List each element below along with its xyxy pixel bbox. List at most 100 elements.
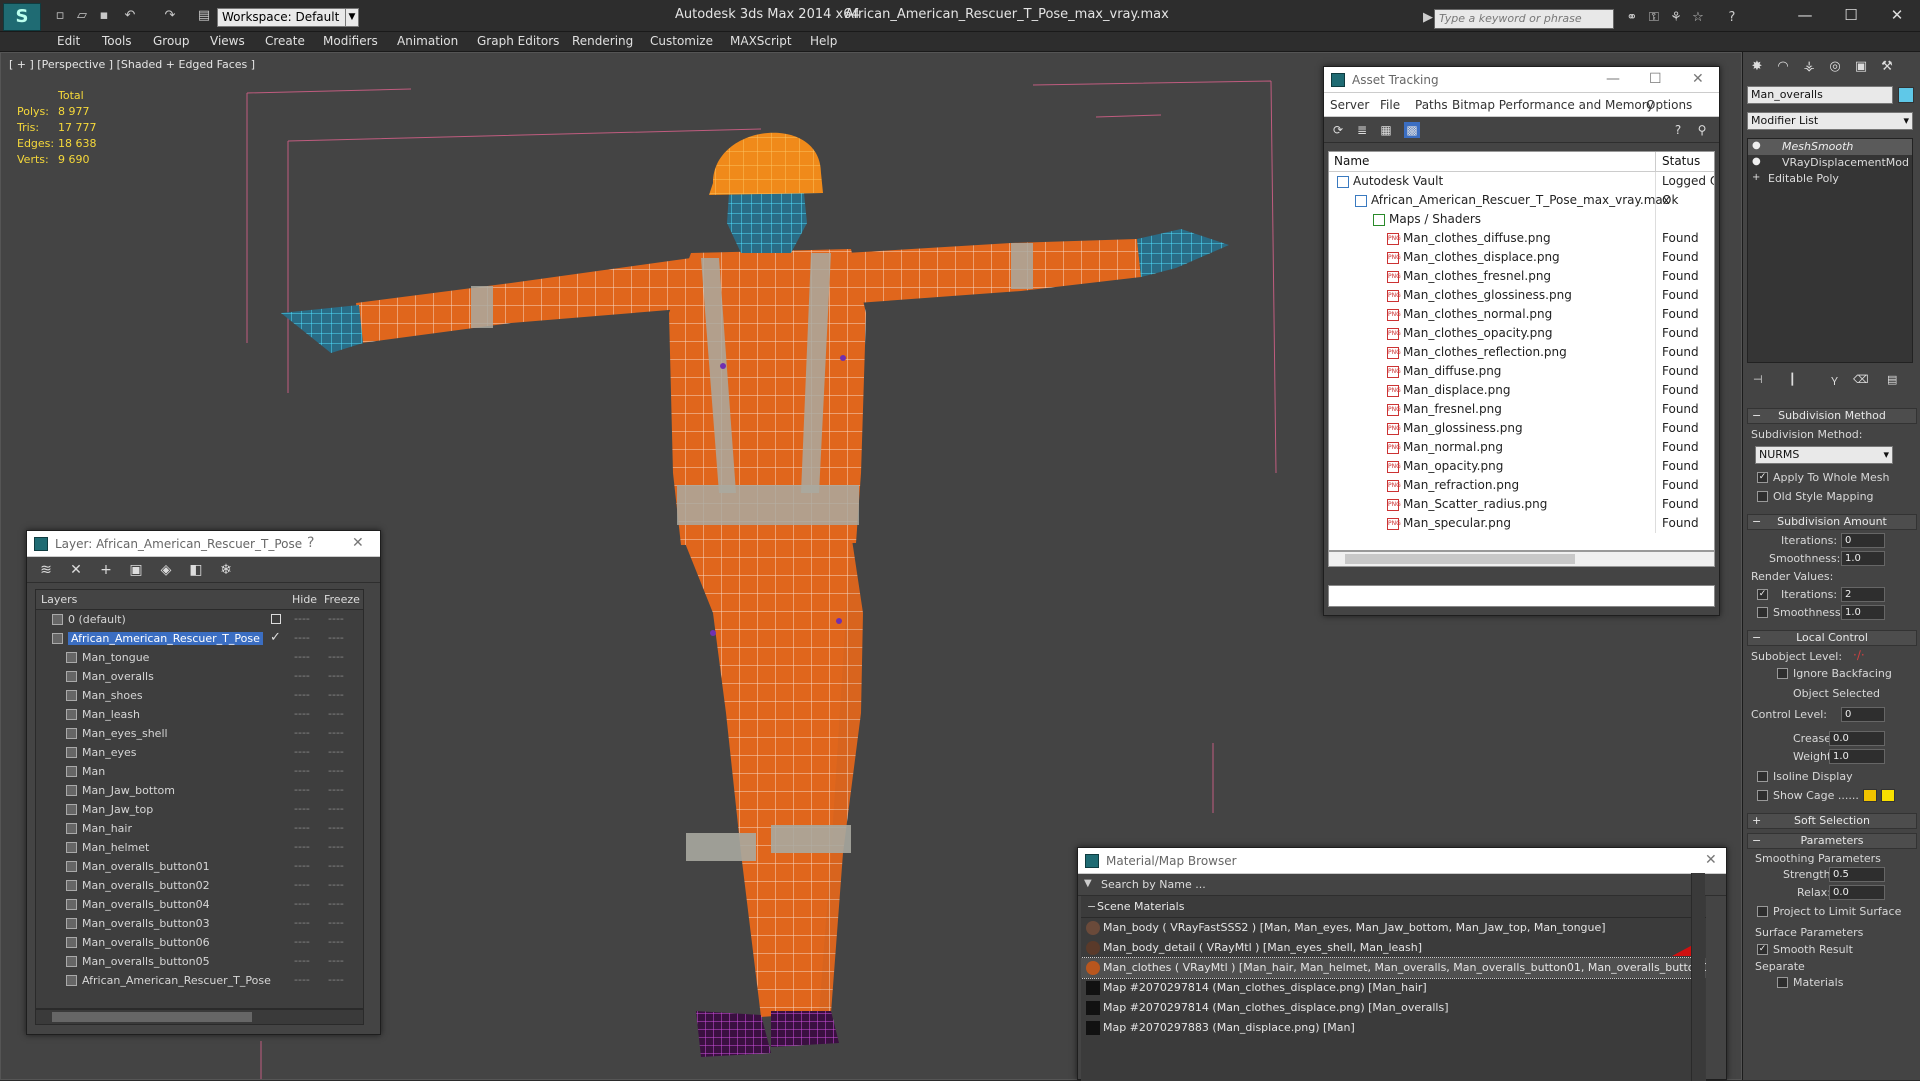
menu-tools[interactable]: Tools xyxy=(102,34,132,48)
layer-row[interactable]: Man_overalls ---- ---- xyxy=(36,667,363,686)
hide-toggle[interactable]: ---- xyxy=(294,840,310,853)
freeze-toggle[interactable]: ---- xyxy=(328,764,344,777)
relax-spinner[interactable]: 0.0 xyxy=(1829,885,1885,900)
vertex-subobject-icon[interactable]: ·∕· xyxy=(1853,648,1865,662)
smoothness-spinner[interactable]: 1.0 xyxy=(1841,551,1885,566)
table-view-icon[interactable]: ▩ xyxy=(1404,122,1420,138)
layer-row[interactable]: African_American_Rescuer_T_Pose ---- ---- ✓ xyxy=(36,629,363,648)
detail-view-icon[interactable]: ▦ xyxy=(1378,122,1394,138)
object-color-swatch[interactable] xyxy=(1898,87,1914,103)
highlight-layer-icon[interactable]: ◈ xyxy=(157,561,175,579)
horizontal-scrollbar[interactable] xyxy=(1328,551,1715,567)
freeze-toggle[interactable]: ---- xyxy=(328,878,344,891)
hide-toggle[interactable]: ---- xyxy=(294,897,310,910)
iterations-spinner[interactable]: 0 xyxy=(1841,533,1885,548)
pin-icon[interactable]: ⚲ xyxy=(1694,122,1710,138)
modify-tab-icon[interactable]: ◠ xyxy=(1773,57,1793,77)
options-dropdown-icon[interactable]: ▼ xyxy=(1084,878,1092,889)
strength-spinner[interactable]: 0.5 xyxy=(1829,867,1885,882)
collapse-icon[interactable]: − xyxy=(1087,900,1096,913)
material-window-titlebar[interactable]: Material/Map Browser ✕ xyxy=(1078,848,1726,874)
menu-views[interactable]: Views xyxy=(210,34,245,48)
menu-modifiers[interactable]: Modifiers xyxy=(323,34,378,48)
layer-row[interactable]: Man_shoes ---- ---- xyxy=(36,686,363,705)
bulb-icon[interactable]: ● xyxy=(1752,156,1761,167)
make-unique-icon[interactable]: Ｙ xyxy=(1829,373,1840,389)
menu-help[interactable]: Help xyxy=(810,34,837,48)
asset-row[interactable]: PNG Man_clothes_displace.png Found xyxy=(1329,248,1714,267)
hide-all-icon[interactable]: ◧ xyxy=(187,561,205,579)
asset-row[interactable]: PNG Man_opacity.png Found xyxy=(1329,457,1714,476)
ignore-backfacing-checkbox[interactable] xyxy=(1777,668,1788,679)
minimize-icon[interactable]: — xyxy=(1785,5,1825,25)
material-row[interactable]: Map #2070297883 (Man_displace.png) [Man] xyxy=(1081,1018,1706,1038)
layer-row[interactable]: Man_overalls_button01 ---- ---- xyxy=(36,857,363,876)
layer-window-titlebar[interactable]: Layer: African_American_Rescuer_T_Pose ?… xyxy=(27,531,380,557)
help-icon[interactable]: ? xyxy=(307,535,314,551)
menu-edit[interactable]: Edit xyxy=(57,34,80,48)
scroll-thumb[interactable] xyxy=(1345,554,1575,564)
bulb-icon[interactable]: ● xyxy=(1752,140,1761,151)
asset-menu-server[interactable]: Server xyxy=(1330,98,1369,112)
asset-row[interactable]: PNG Man_normal.png Found xyxy=(1329,438,1714,457)
freeze-toggle[interactable]: ---- xyxy=(328,726,344,739)
add-layer-icon[interactable]: + xyxy=(97,561,115,579)
asset-row[interactable]: PNG Man_displace.png Found xyxy=(1329,381,1714,400)
configure-sets-icon[interactable]: ▤ xyxy=(1887,373,1897,386)
freeze-toggle[interactable]: ---- xyxy=(328,897,344,910)
modifier-list-dropdown[interactable]: Modifier List ▾ xyxy=(1747,112,1913,130)
binoculars-icon[interactable]: ⚭ xyxy=(1624,10,1640,26)
redo-icon[interactable]: ↷ xyxy=(162,8,178,24)
maximize-icon[interactable]: ☐ xyxy=(1649,71,1662,87)
subdivision-method-dropdown[interactable]: NURMS ▾ xyxy=(1755,446,1893,464)
hide-toggle[interactable]: ---- xyxy=(294,688,310,701)
layer-row[interactable]: Man_Jaw_top ---- ---- xyxy=(36,800,363,819)
scroll-thumb[interactable] xyxy=(52,1012,252,1022)
material-search-input[interactable]: Search by Name ... xyxy=(1101,878,1206,891)
control-level-spinner[interactable]: 0 xyxy=(1841,707,1885,722)
object-name-field[interactable]: Man_overalls xyxy=(1747,86,1893,104)
select-layer-icon[interactable]: ▣ xyxy=(127,561,145,579)
rollout-soft-selection[interactable]: + Soft Selection xyxy=(1747,813,1917,829)
asset-row[interactable]: PNG Man_specular.png Found xyxy=(1329,514,1714,533)
rollout-subdivision-method[interactable]: − Subdivision Method xyxy=(1747,408,1917,424)
hide-toggle[interactable]: ---- xyxy=(294,935,310,948)
layer-row[interactable]: Man_overalls_button02 ---- ---- xyxy=(36,876,363,895)
new-file-icon[interactable]: ▫ xyxy=(52,8,68,24)
asset-row[interactable]: PNG Man_clothes_normal.png Found xyxy=(1329,305,1714,324)
star-icon[interactable]: ☆ xyxy=(1690,10,1706,26)
close-icon[interactable]: ✕ xyxy=(352,535,364,551)
freeze-toggle[interactable]: ---- xyxy=(328,783,344,796)
hide-toggle[interactable]: ---- xyxy=(294,916,310,929)
subscription-icon[interactable]: ⚘ xyxy=(1668,10,1684,26)
hide-toggle[interactable]: ---- xyxy=(294,878,310,891)
hide-toggle[interactable]: ---- xyxy=(294,707,310,720)
freeze-toggle[interactable]: ---- xyxy=(328,802,344,815)
hide-toggle[interactable]: ---- xyxy=(294,631,310,644)
layer-row[interactable]: Man_eyes ---- ---- xyxy=(36,743,363,762)
rollout-subdivision-amount[interactable]: − Subdivision Amount xyxy=(1747,514,1917,530)
hide-toggle[interactable]: ---- xyxy=(294,669,310,682)
material-row[interactable]: Map #2070297814 (Man_clothes_displace.pn… xyxy=(1081,978,1706,998)
layer-row[interactable]: Man_Jaw_bottom ---- ---- xyxy=(36,781,363,800)
isoline-display-checkbox[interactable] xyxy=(1757,771,1768,782)
material-row[interactable]: Man_clothes ( VRayMtl ) [Man_hair, Man_h… xyxy=(1081,957,1706,979)
render-smoothness-checkbox[interactable] xyxy=(1757,607,1768,618)
asset-row[interactable]: PNG Man_glossiness.png Found xyxy=(1329,419,1714,438)
scene-materials-group[interactable]: − Scene Materials xyxy=(1081,896,1706,918)
close-icon[interactable]: ✕ xyxy=(1692,71,1704,87)
render-iterations-spinner[interactable]: 2 xyxy=(1841,587,1885,602)
freeze-toggle[interactable]: ---- xyxy=(328,954,344,967)
freeze-toggle[interactable]: ---- xyxy=(328,745,344,758)
minimize-icon[interactable]: — xyxy=(1606,71,1620,87)
asset-menu-bitmap[interactable]: Bitmap Performance and Memory xyxy=(1452,98,1654,112)
menu-group[interactable]: Group xyxy=(153,34,190,48)
hide-toggle[interactable]: ---- xyxy=(294,954,310,967)
list-view-icon[interactable]: ≣ xyxy=(1354,122,1370,138)
horizontal-scrollbar[interactable] xyxy=(35,1009,364,1025)
hide-toggle[interactable]: ---- xyxy=(294,783,310,796)
layer-row[interactable]: Man_overalls_button03 ---- ---- xyxy=(36,914,363,933)
col-freeze[interactable]: Freeze xyxy=(324,593,360,606)
close-icon[interactable]: ✕ xyxy=(1877,5,1917,25)
help-icon[interactable]: ? xyxy=(1724,10,1740,26)
